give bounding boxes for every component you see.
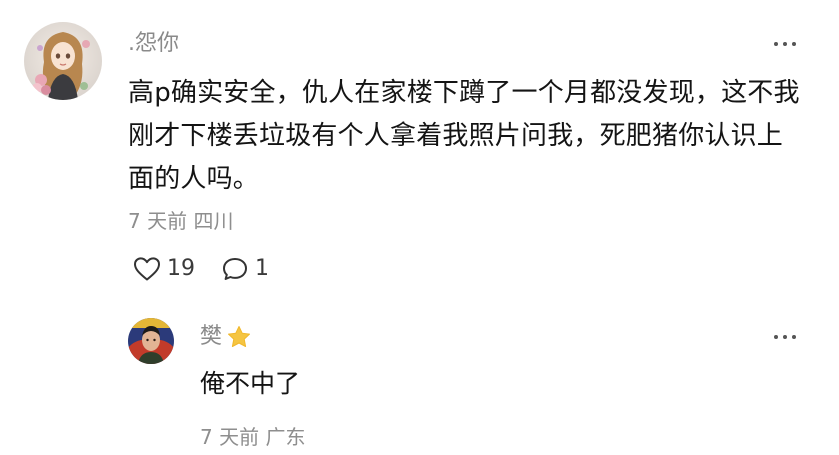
- commenter-username[interactable]: .怨你: [128, 29, 179, 59]
- replier-name-row: 樊: [200, 322, 252, 352]
- heart-icon: [134, 257, 160, 281]
- replier-username[interactable]: 樊: [200, 322, 222, 352]
- comment-text: 高p确实安全，仇人在家楼下蹲了一个月都没发现，这不我刚才下楼丢垃圾有个人拿着我照…: [128, 78, 800, 194]
- comment-actions: 19 1: [133, 254, 269, 284]
- like-button[interactable]: 19: [133, 254, 195, 284]
- reply-meta: 7 天前 广东: [200, 425, 306, 449]
- replier-avatar[interactable]: [128, 318, 174, 364]
- man-portrait-avatar-icon: [128, 318, 174, 364]
- more-options-icon[interactable]: [770, 322, 800, 352]
- reply-text: 俺不中了: [200, 369, 301, 398]
- reply-button[interactable]: 1: [221, 254, 269, 284]
- more-options-icon[interactable]: [770, 29, 800, 59]
- star-icon: [226, 324, 252, 350]
- comment-meta: 7 天前 四川: [128, 209, 234, 233]
- reply-count: 1: [255, 256, 269, 281]
- like-count: 19: [167, 256, 195, 281]
- anime-girl-avatar-icon: [24, 22, 102, 100]
- commenter-avatar[interactable]: [24, 22, 102, 100]
- comment-bubble-icon: [223, 258, 247, 280]
